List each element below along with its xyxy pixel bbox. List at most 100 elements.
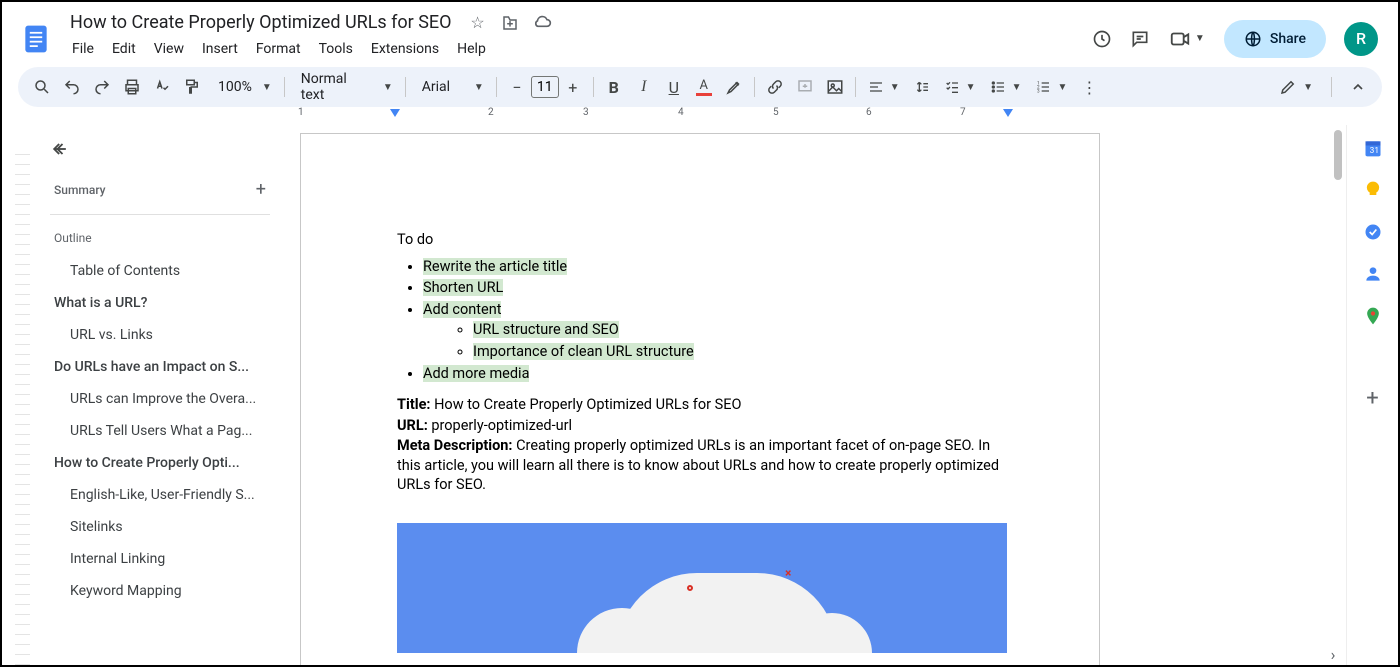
tasks-icon[interactable] [1362, 221, 1384, 243]
font-select[interactable]: Arial▼ [412, 79, 490, 95]
insert-link-button[interactable] [761, 73, 789, 101]
outline-item[interactable]: English-Like, User-Friendly S... [50, 479, 270, 511]
outline-item[interactable]: URL vs. Links [50, 319, 270, 351]
chevron-down-icon: ▼ [1057, 82, 1067, 93]
checklist-button[interactable]: ▼ [938, 79, 982, 95]
paint-format-icon[interactable] [178, 73, 206, 101]
todo-subitem: URL structure and SEO [473, 321, 619, 338]
svg-text:31: 31 [1369, 146, 1378, 156]
search-menu-icon[interactable] [28, 73, 56, 101]
outline-item[interactable]: Table of Contents [50, 255, 270, 287]
page[interactable]: To do Rewrite the article title Shorten … [300, 133, 1100, 665]
star-icon[interactable]: ☆ [468, 13, 488, 33]
add-addon-button[interactable]: + [1362, 387, 1384, 409]
menu-view[interactable]: View [146, 37, 192, 61]
print-icon[interactable] [118, 73, 146, 101]
toolbar: 100%▼ Normal text▼ Arial▼ − + B I U A ▼ … [18, 67, 1382, 107]
spellcheck-icon[interactable] [148, 73, 176, 101]
chevron-down-icon: ▼ [474, 82, 484, 93]
summary-label: Summary [54, 183, 106, 197]
maps-icon[interactable] [1362, 305, 1384, 327]
move-icon[interactable] [500, 13, 520, 33]
add-summary-button[interactable]: + [256, 179, 266, 200]
share-label: Share [1270, 31, 1306, 47]
comments-icon[interactable] [1130, 29, 1150, 49]
side-panel: 31 + [1346, 125, 1398, 665]
bold-button[interactable]: B [600, 73, 628, 101]
italic-button[interactable]: I [630, 73, 658, 101]
align-button[interactable]: ▼ [862, 79, 906, 95]
menu-insert[interactable]: Insert [194, 37, 246, 61]
right-indent-marker[interactable] [1003, 109, 1013, 117]
outline-item[interactable]: URLs Tell Users What a Pag... [50, 415, 270, 447]
outline-item[interactable]: Sitelinks [50, 511, 270, 543]
outline-item[interactable]: Do URLs have an Impact on S... [50, 351, 270, 383]
chevron-down-icon: ▼ [890, 82, 900, 93]
title-bar: How to Create Properly Optimized URLs fo… [2, 2, 1398, 67]
chevron-down-icon: ▼ [966, 82, 976, 93]
outline-item[interactable]: URLs can Improve the Overa... [50, 383, 270, 415]
todo-item: Add content [423, 301, 501, 318]
todo-heading: To do [397, 230, 1003, 250]
outline-item[interactable]: Keyword Mapping [50, 575, 270, 607]
url-value: properly-optimized-url [428, 417, 572, 434]
menu-format[interactable]: Format [248, 37, 309, 61]
vertical-scrollbar-thumb[interactable] [1334, 130, 1342, 180]
underline-button[interactable]: U [660, 73, 688, 101]
fontsize-input[interactable] [531, 76, 559, 98]
chevron-down-icon: ▼ [383, 82, 393, 93]
docs-logo[interactable] [18, 21, 54, 57]
zoom-select[interactable]: 100%▼ [208, 79, 278, 95]
menu-tools[interactable]: Tools [311, 37, 361, 61]
highlight-button[interactable] [720, 73, 748, 101]
meet-icon[interactable]: ▼ [1168, 29, 1206, 49]
line-spacing-button[interactable] [908, 79, 936, 95]
svg-text:3: 3 [1037, 88, 1040, 94]
menu-edit[interactable]: Edit [104, 37, 144, 61]
bulleted-list-button[interactable]: ▼ [984, 79, 1028, 95]
contacts-icon[interactable] [1362, 263, 1384, 285]
calendar-icon[interactable]: 31 [1362, 137, 1384, 159]
share-button[interactable]: Share [1224, 20, 1326, 58]
document-canvas[interactable]: To do Rewrite the article title Shorten … [278, 125, 1346, 665]
paragraph-style-select[interactable]: Normal text▼ [291, 71, 399, 103]
horizontal-scroll-right-icon[interactable]: › [1324, 647, 1342, 661]
todo-item: Add more media [423, 365, 529, 382]
horizontal-ruler[interactable]: 1 2 3 4 5 6 7 [278, 107, 1348, 122]
fontsize-decrease-button[interactable]: − [503, 73, 531, 101]
outline-heading: Outline [50, 225, 270, 255]
outline-item[interactable]: How to Create Properly Opti... [50, 447, 270, 479]
redo-icon[interactable] [88, 73, 116, 101]
outline-item[interactable]: What is a URL? [50, 287, 270, 319]
vertical-ruler[interactable] [2, 125, 30, 665]
numbered-list-button[interactable]: 123▼ [1029, 79, 1073, 95]
text-color-button[interactable]: A [690, 73, 718, 101]
insert-comment-button[interactable] [791, 73, 819, 101]
menu-help[interactable]: Help [449, 37, 494, 61]
avatar[interactable]: R [1344, 22, 1378, 56]
chevron-down-icon: ▼ [1012, 82, 1022, 93]
keep-icon[interactable] [1362, 179, 1384, 201]
outline-item[interactable]: Internal Linking [50, 543, 270, 575]
document-title[interactable]: How to Create Properly Optimized URLs fo… [64, 10, 458, 35]
menu-extensions[interactable]: Extensions [363, 37, 447, 61]
undo-icon[interactable] [58, 73, 86, 101]
left-indent-marker[interactable] [390, 109, 400, 117]
meta-label: Meta Description: [397, 437, 513, 454]
title-label: Title: [397, 396, 430, 413]
insert-image-button[interactable] [821, 73, 849, 101]
more-tools-button[interactable]: ⋮ [1075, 73, 1103, 101]
history-icon[interactable] [1092, 29, 1112, 49]
fontsize-increase-button[interactable]: + [559, 73, 587, 101]
cloud-status-icon[interactable] [532, 13, 552, 33]
outline-panel: Summary + Outline Table of Contents What… [30, 125, 278, 665]
todo-item: Shorten URL [423, 279, 503, 296]
chevron-down-icon: ▼ [1303, 82, 1313, 93]
menu-file[interactable]: File [64, 37, 102, 61]
editing-mode-button[interactable]: ▼ [1273, 78, 1319, 96]
hero-image: × [397, 523, 1007, 653]
collapse-toolbar-button[interactable] [1344, 73, 1372, 101]
chevron-down-icon: ▼ [1195, 33, 1205, 44]
todo-item: Rewrite the article title [423, 258, 567, 275]
close-outline-icon[interactable] [50, 137, 74, 161]
